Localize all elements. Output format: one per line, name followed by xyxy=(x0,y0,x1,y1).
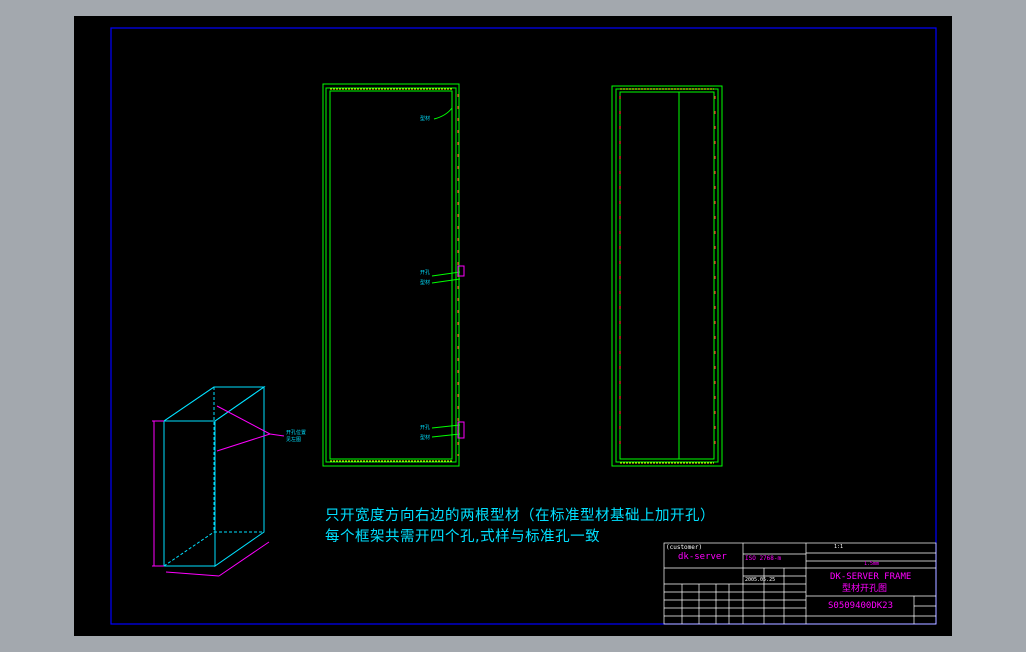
standard-label: ISO 2768-m xyxy=(745,555,782,562)
scale-value: 1:1 xyxy=(834,544,844,550)
left-profile-view xyxy=(322,83,465,467)
svg-text:开孔位置: 开孔位置 xyxy=(286,429,306,436)
left-profile-labels: 型材 开孔 型材 开孔 型材 xyxy=(420,115,430,441)
date-value: 2005.05.25 xyxy=(745,577,776,583)
svg-text:型材: 型材 xyxy=(420,279,430,286)
drawing-number: S0509400DK23 xyxy=(828,601,894,611)
svg-text:型材: 型材 xyxy=(420,115,430,122)
svg-text:开孔: 开孔 xyxy=(420,269,430,276)
company-name: dk-server xyxy=(678,552,727,562)
thickness-value: 1.5mm xyxy=(864,561,880,567)
drawing-title-cn: 型材开孔图 xyxy=(842,584,888,594)
note-line-1: 只开宽度方向右边的两根型材（在标准型材基础上加开孔） xyxy=(325,508,715,524)
svg-text:开孔: 开孔 xyxy=(420,424,430,431)
svg-text:型材: 型材 xyxy=(420,434,430,441)
drawing-sheet: 型材 开孔 型材 开孔 型材 开孔位置 见左图 只开宽度方向右边的两根型材（在标… xyxy=(74,16,952,636)
right-profile-view xyxy=(611,85,723,467)
svg-text:见左图: 见左图 xyxy=(286,436,301,443)
isometric-view xyxy=(152,386,285,577)
note-line-2: 每个框架共需开四个孔,式样与标准孔一致 xyxy=(325,529,601,545)
drawing-title-en: DK-SERVER FRAME xyxy=(830,572,912,582)
customer-header: (customer) xyxy=(666,544,703,551)
